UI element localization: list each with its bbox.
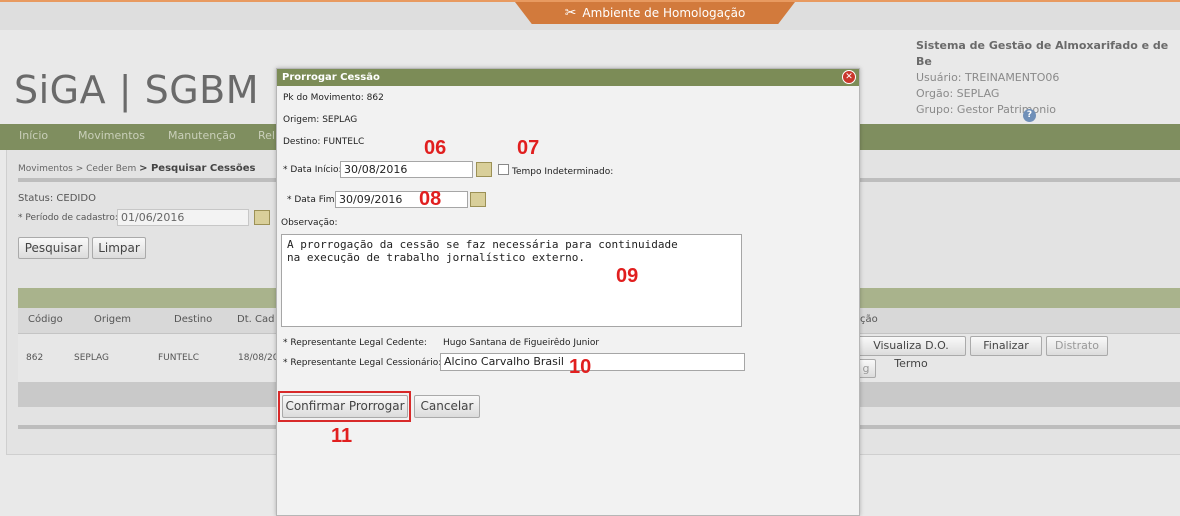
pk-movimento: Pk do Movimento: 862 <box>283 93 384 103</box>
column-dt-cad[interactable]: Dt. Cad <box>237 314 274 325</box>
cell-origem: SEPLAG <box>74 353 110 363</box>
visualiza-do-termo-button[interactable]: Visualiza D.O. Termo <box>856 336 966 370</box>
app-logo: SiGA | SGBM <box>14 68 260 112</box>
org-info: Orgão: SEPLAG <box>916 87 1000 100</box>
cedente-value: Hugo Santana de Figueirêdo Junior <box>443 338 600 348</box>
column-codigo[interactable]: Código <box>28 314 63 325</box>
calendar-icon[interactable] <box>254 210 270 225</box>
status-filter: Status: CEDIDO <box>18 193 96 204</box>
cell-destino: FUNTELC <box>158 353 199 363</box>
cell-dt-cad: 18/08/20 <box>238 353 279 363</box>
divider <box>18 178 276 182</box>
observacao-textarea[interactable]: A prorrogação da cessão se faz necessári… <box>281 234 742 327</box>
close-icon[interactable]: ✕ <box>842 70 856 84</box>
tempo-indeterminado-label: Tempo Indeterminado: <box>512 167 614 177</box>
calendar-icon[interactable] <box>476 162 492 177</box>
tools-icon: ✂ <box>564 5 577 21</box>
annotation-09: 09 <box>616 265 639 287</box>
breadcrumb-ceder-bem[interactable]: > Ceder Bem <box>76 164 137 174</box>
finalizar-button[interactable]: Finalizar <box>970 336 1042 356</box>
period-start-input[interactable]: 01/06/2016 <box>117 209 249 226</box>
divider <box>18 425 276 429</box>
divider <box>860 425 1180 429</box>
cell-codigo: 862 <box>26 353 44 363</box>
observacao-label: Observação: <box>281 218 338 228</box>
menu-item-manutencao[interactable]: Manutenção <box>168 129 236 142</box>
menu-item-inicio[interactable]: Início <box>19 129 48 142</box>
column-acao: ção <box>860 314 878 325</box>
cedente-label: * Representante Legal Cedente: <box>283 338 427 348</box>
observacao-text: A prorrogação da cessão se faz necessári… <box>287 238 678 264</box>
system-info: Sistema de Gestão de Almoxarifado e de B… <box>916 38 1180 118</box>
breadcrumb-current: > Pesquisar Cessões <box>139 163 256 174</box>
destino-info: Destino: FUNTELC <box>283 137 365 147</box>
data-fim-input[interactable]: 30/09/2016 <box>335 191 468 208</box>
period-label: * Período de cadastro: <box>18 213 118 223</box>
cessionario-label: * Representante Legal Cessionário: <box>283 358 442 368</box>
environment-tab: ✂ Ambiente de Homologação <box>515 2 795 24</box>
distrato-button[interactable]: Distrato <box>1046 336 1108 356</box>
cancel-button[interactable]: Cancelar <box>414 395 480 418</box>
annotation-07: 07 <box>517 137 540 159</box>
calendar-icon[interactable] <box>470 192 486 207</box>
annotation-10: 10 <box>569 356 592 378</box>
environment-label: Ambiente de Homologação <box>582 6 746 20</box>
group-info: Grupo: Gestor Patrimonio <box>916 103 1056 116</box>
tempo-indeterminado-checkbox[interactable] <box>498 164 509 175</box>
annotation-06: 06 <box>424 137 447 159</box>
dialog-title: Prorrogar Cessão <box>277 69 859 86</box>
origem-info: Origem: SEPLAG <box>283 115 358 125</box>
breadcrumb: Movimentos > Ceder Bem > Pesquisar Cessõ… <box>18 163 255 174</box>
column-destino[interactable]: Destino <box>174 314 212 325</box>
data-fim-label: * Data Fim: <box>287 195 338 205</box>
clear-button[interactable]: Limpar <box>92 237 146 259</box>
menu-item-relatorios[interactable]: Rel <box>258 129 275 142</box>
annotation-08: 08 <box>419 188 442 210</box>
system-title: Sistema de Gestão de Almoxarifado e de B… <box>916 39 1169 68</box>
data-inicio-label: * Data Início: <box>283 165 342 175</box>
highlight-box <box>278 391 411 422</box>
annotation-11: 11 <box>331 425 353 447</box>
data-inicio-input[interactable]: 30/08/2016 <box>340 161 473 178</box>
cessionario-input[interactable]: Alcino Carvalho Brasil <box>440 353 745 371</box>
search-button[interactable]: Pesquisar <box>18 237 89 259</box>
user-info: Usuário: TREINAMENTO06 <box>916 71 1060 84</box>
menu-item-movimentos[interactable]: Movimentos <box>78 129 145 142</box>
column-origem[interactable]: Origem <box>94 314 131 325</box>
help-icon[interactable]: ? <box>1023 109 1036 122</box>
divider <box>860 178 1180 182</box>
breadcrumb-movimentos[interactable]: Movimentos <box>18 164 73 174</box>
